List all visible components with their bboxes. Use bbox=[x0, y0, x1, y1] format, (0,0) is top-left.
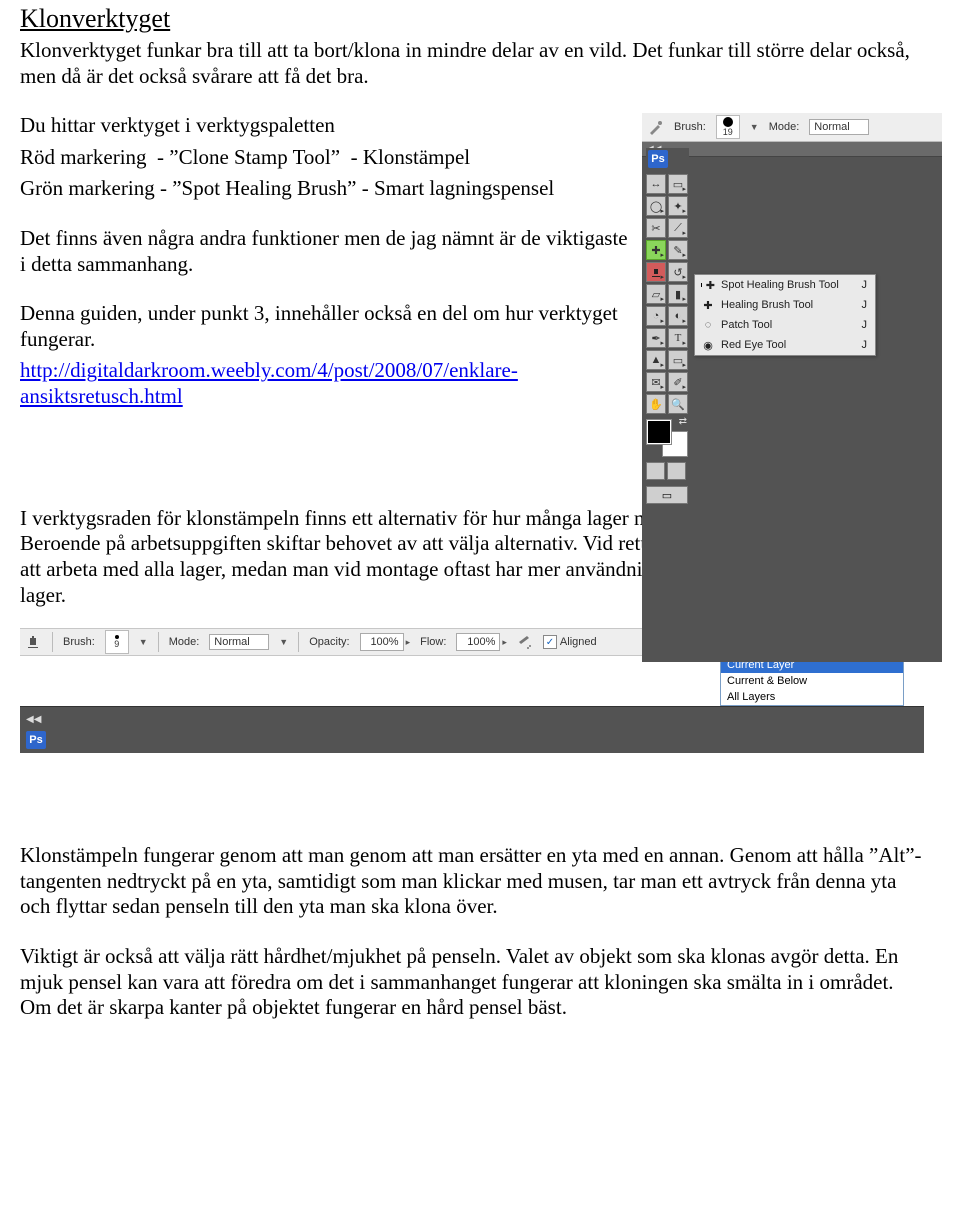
spot-healing-icon: ✚ bbox=[701, 278, 715, 292]
panel-header: ◀◀ bbox=[20, 706, 924, 731]
mode-label: Mode: bbox=[169, 636, 200, 648]
brush-label: Brush: bbox=[63, 636, 95, 648]
body-text-5: Denna guiden, under punkt 3, innehåller … bbox=[20, 301, 630, 352]
path-select-tool-button[interactable]: ▲▸ bbox=[646, 350, 666, 370]
pen-tool-button[interactable]: ✒▸ bbox=[646, 328, 666, 348]
clone-stamp-tool-button[interactable]: ▸ bbox=[646, 262, 666, 282]
mode-label: Mode: bbox=[769, 121, 800, 133]
color-swatches[interactable]: ⇄ bbox=[647, 420, 687, 456]
dodge-tool-button[interactable]: ◐▸ bbox=[668, 306, 688, 326]
brush-size-chip[interactable]: 9 bbox=[105, 630, 129, 654]
sample-option-all[interactable]: All Layers bbox=[721, 689, 903, 705]
healing-brush-tool-button[interactable]: ✚▸ bbox=[646, 240, 666, 260]
blur-tool-button[interactable]: ◔▸ bbox=[646, 306, 666, 326]
shape-tool-button[interactable]: ▭▸ bbox=[668, 350, 688, 370]
healing-brush-icon bbox=[648, 119, 664, 135]
notes-tool-button[interactable]: ✉▸ bbox=[646, 372, 666, 392]
paragraph-alt-key: Klonstämpeln fungerar genom att man geno… bbox=[20, 843, 924, 920]
zoom-tool-button[interactable]: 🔍 bbox=[668, 394, 688, 414]
foreground-color-swatch[interactable] bbox=[647, 420, 671, 444]
paragraph-hardness: Viktigt är också att välja rätt hårdhet/… bbox=[20, 944, 924, 1021]
slice-tool-button[interactable]: ⟋▸ bbox=[668, 218, 688, 238]
brush-tool-button[interactable]: ✎▸ bbox=[668, 240, 688, 260]
chevron-right-icon[interactable]: ▸ bbox=[406, 637, 411, 648]
chevron-down-icon[interactable]: ▼ bbox=[279, 637, 288, 647]
photoshop-badge-icon: Ps bbox=[26, 731, 46, 749]
move-tool-button[interactable]: ↔ bbox=[646, 174, 666, 194]
flyout-healing-brush[interactable]: ✚Healing Brush Tool J bbox=[695, 295, 875, 315]
panel-collapse-icon[interactable]: ◀◀ bbox=[20, 714, 47, 725]
tool-palette: Ps ↔ ▭▸ ◯▸ ✦▸ ✂ ⟋▸ ✚▸ ✎▸ ▸ ↺▸ ▱▸ ▮▸ ◔ bbox=[646, 148, 689, 504]
flow-label: Flow: bbox=[420, 636, 446, 648]
flyout-red-eye[interactable]: ◉Red Eye Tool J bbox=[695, 335, 875, 355]
brush-size-chip[interactable]: 19 bbox=[716, 115, 740, 139]
history-brush-tool-button[interactable]: ↺▸ bbox=[668, 262, 688, 282]
page-title: Klonverktyget bbox=[20, 4, 924, 34]
clone-stamp-icon bbox=[24, 633, 42, 651]
eyedropper-tool-button[interactable]: ✐▸ bbox=[668, 372, 688, 392]
gradient-tool-button[interactable]: ▮▸ bbox=[668, 284, 688, 304]
opacity-label: Opacity: bbox=[309, 636, 349, 648]
sample-dropdown: Current Layer Current & Below All Layers bbox=[720, 656, 904, 706]
body-text-2: Röd markering - ”Clone Stamp Tool” - Klo… bbox=[20, 145, 630, 171]
crop-tool-button[interactable]: ✂ bbox=[646, 218, 666, 238]
chevron-down-icon[interactable]: ▼ bbox=[750, 122, 759, 132]
opacity-value[interactable]: 100% bbox=[360, 633, 404, 651]
body-text-3: Grön markering - ”Spot Healing Brush” - … bbox=[20, 176, 630, 202]
photoshop-badge-icon: Ps bbox=[648, 150, 668, 168]
red-eye-icon: ◉ bbox=[701, 338, 715, 352]
brush-options-bar: Brush: 19 ▼ Mode: Normal bbox=[642, 113, 942, 142]
marquee-tool-button[interactable]: ▭▸ bbox=[668, 174, 688, 194]
hand-tool-button[interactable]: ✋ bbox=[646, 394, 666, 414]
airbrush-icon[interactable] bbox=[517, 634, 533, 650]
patch-tool-icon: ◌ bbox=[701, 318, 715, 332]
shortcut-key: J bbox=[862, 299, 868, 311]
shortcut-key: J bbox=[862, 319, 868, 331]
lasso-tool-button[interactable]: ◯▸ bbox=[646, 196, 666, 216]
chevron-down-icon[interactable]: ▼ bbox=[139, 637, 148, 647]
flow-value[interactable]: 100% bbox=[456, 633, 500, 651]
mode-select[interactable]: Normal bbox=[209, 634, 269, 650]
chevron-right-icon[interactable]: ▸ bbox=[502, 637, 507, 648]
aligned-checkbox[interactable]: ✓Aligned bbox=[543, 635, 597, 649]
guide-link[interactable]: http://digitaldarkroom.weebly.com/4/post… bbox=[20, 358, 518, 408]
sample-option-current-below[interactable]: Current & Below bbox=[721, 673, 903, 689]
healing-tools-flyout: ✚Spot Healing Brush Tool J ✚Healing Brus… bbox=[694, 274, 876, 356]
screen-mode-button[interactable]: ▭ bbox=[646, 486, 688, 504]
mode-select[interactable]: Normal bbox=[809, 119, 869, 135]
brush-label: Brush: bbox=[674, 121, 706, 133]
body-text-4: Det finns även några andra funktioner me… bbox=[20, 226, 630, 277]
body-text-1: Du hittar verktyget i verktygspaletten bbox=[20, 113, 630, 139]
eraser-tool-button[interactable]: ▱▸ bbox=[646, 284, 666, 304]
flyout-patch-tool[interactable]: ◌Patch Tool J bbox=[695, 315, 875, 335]
shortcut-key: J bbox=[862, 279, 868, 291]
wand-tool-button[interactable]: ✦▸ bbox=[668, 196, 688, 216]
type-tool-button[interactable]: T▸ bbox=[668, 328, 688, 348]
healing-brush-icon: ✚ bbox=[701, 298, 715, 312]
flyout-spot-healing[interactable]: ✚Spot Healing Brush Tool J bbox=[695, 275, 875, 295]
intro-text: Klonverktyget funkar bra till att ta bor… bbox=[20, 38, 924, 89]
shortcut-key: J bbox=[862, 339, 868, 351]
quick-mask-toggle[interactable] bbox=[646, 462, 686, 480]
swap-colors-icon[interactable]: ⇄ bbox=[679, 416, 687, 427]
toolbox-screenshot: Brush: 19 ▼ Mode: Normal ◀◀ Ps ↔ ▭▸ ◯▸ ✦… bbox=[642, 113, 942, 662]
